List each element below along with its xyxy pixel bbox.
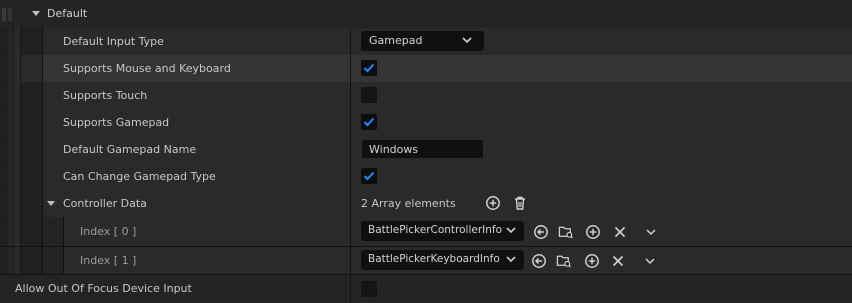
supports-touch-checkbox[interactable] xyxy=(361,87,377,103)
caret-down-icon[interactable] xyxy=(47,201,55,206)
chevron-down-icon xyxy=(506,256,516,263)
property-label: Default Gamepad Name xyxy=(63,143,197,156)
indent-bar xyxy=(8,8,12,21)
checkmark-icon xyxy=(363,171,375,181)
browse-folder-icon[interactable] xyxy=(556,253,572,269)
property-row-default-input-type: Default Input Type Gamepad xyxy=(0,28,852,56)
dropdown-value: BattlePickerKeyboardInfo xyxy=(368,253,500,265)
checkmark-icon xyxy=(363,63,375,73)
can-change-gamepad-type-checkbox[interactable] xyxy=(361,168,377,184)
property-label: Supports Gamepad xyxy=(63,116,170,129)
property-row-default-gamepad-name: Default Gamepad Name Windows xyxy=(0,136,852,164)
browse-folder-icon[interactable] xyxy=(558,224,574,240)
property-label: Can Change Gamepad Type xyxy=(63,170,216,183)
index-label: Index [ 1 ] xyxy=(80,254,137,267)
property-label: Default Input Type xyxy=(63,35,164,48)
chevron-down-icon[interactable] xyxy=(642,253,658,269)
insert-icon[interactable] xyxy=(585,224,601,240)
property-row-can-change-gamepad-type: Can Change Gamepad Type xyxy=(0,163,852,191)
property-row-controller-data: Controller Data 2 Array elements xyxy=(0,190,852,218)
property-label: Controller Data xyxy=(63,197,147,210)
array-element-row-1: Index [ 1 ] BattlePickerKeyboardInfo xyxy=(0,247,852,275)
index-label: Index [ 0 ] xyxy=(80,225,137,238)
field-value: Windows xyxy=(369,143,419,156)
caret-down-icon[interactable] xyxy=(32,11,40,16)
trash-icon[interactable] xyxy=(512,195,528,211)
category-title: Default xyxy=(47,7,88,20)
add-element-icon[interactable] xyxy=(485,195,501,211)
dropdown-value: BattlePickerControllerInfo xyxy=(368,224,503,236)
supports-mouse-keyboard-checkbox[interactable] xyxy=(361,60,377,76)
element-0-dropdown[interactable]: BattlePickerControllerInfo xyxy=(361,221,524,241)
property-row-supports-touch: Supports Touch xyxy=(0,82,852,110)
use-selected-icon[interactable] xyxy=(533,224,549,240)
array-count: 2 Array elements xyxy=(361,197,456,210)
default-gamepad-name-field[interactable]: Windows xyxy=(361,139,484,159)
chevron-down-icon[interactable] xyxy=(643,224,659,240)
property-label: Supports Touch xyxy=(63,89,148,102)
default-input-type-dropdown[interactable]: Gamepad xyxy=(361,31,484,51)
insert-icon[interactable] xyxy=(584,253,600,269)
element-1-dropdown[interactable]: BattlePickerKeyboardInfo xyxy=(361,250,524,270)
chevron-down-icon xyxy=(506,227,516,234)
array-element-row-0: Index [ 0 ] BattlePickerControllerInfo xyxy=(0,217,852,247)
indent-bar xyxy=(2,8,6,21)
close-icon[interactable] xyxy=(612,224,628,240)
supports-gamepad-checkbox[interactable] xyxy=(361,114,377,130)
category-header-default[interactable]: Default xyxy=(0,0,852,29)
checkmark-icon xyxy=(363,117,375,127)
chevron-down-icon xyxy=(462,37,472,44)
property-row-allow-out-of-focus: Allow Out Of Focus Device Input xyxy=(0,275,852,303)
property-row-supports-mouse-keyboard: Supports Mouse and Keyboard xyxy=(0,55,852,83)
close-icon[interactable] xyxy=(610,253,626,269)
property-label: Allow Out Of Focus Device Input xyxy=(15,282,192,295)
property-label: Supports Mouse and Keyboard xyxy=(63,62,231,75)
allow-out-of-focus-checkbox[interactable] xyxy=(361,281,377,297)
use-selected-icon[interactable] xyxy=(531,253,547,269)
dropdown-value: Gamepad xyxy=(369,34,423,47)
property-row-supports-gamepad: Supports Gamepad xyxy=(0,109,852,137)
